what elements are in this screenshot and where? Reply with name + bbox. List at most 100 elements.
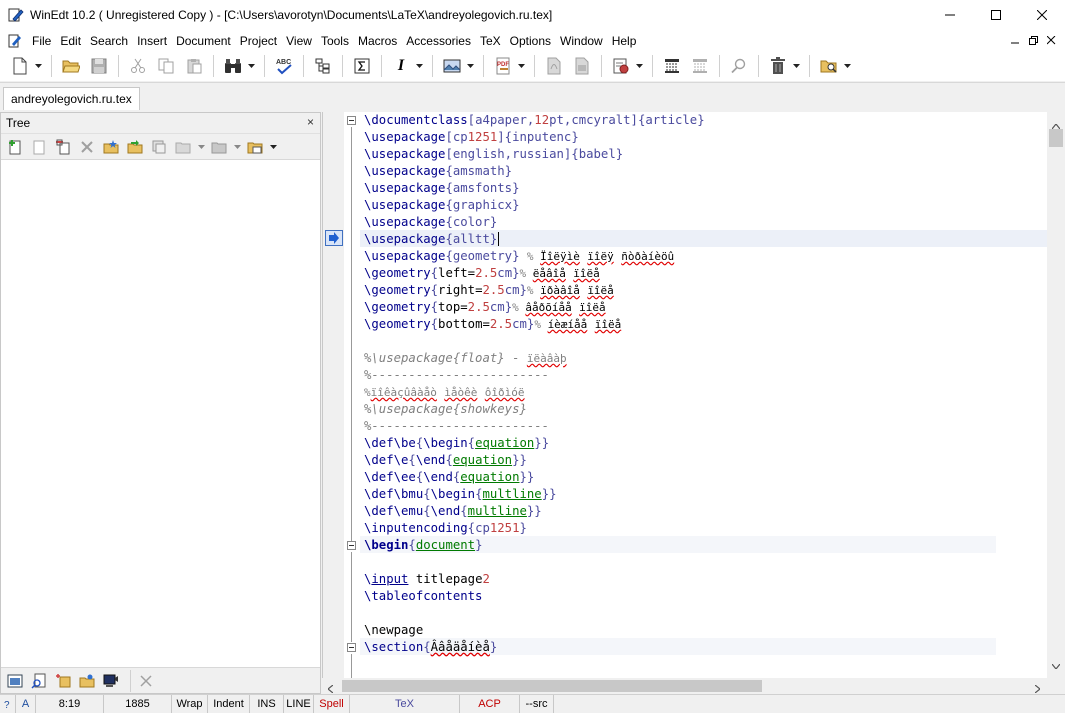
tree-close-button[interactable]: × bbox=[307, 115, 314, 129]
vertical-scroll-thumb[interactable] bbox=[1049, 129, 1063, 147]
image-button[interactable] bbox=[440, 54, 464, 78]
menu-edit[interactable]: Edit bbox=[60, 34, 87, 48]
tree-console-button[interactable] bbox=[101, 671, 121, 691]
tab-andreyolegovich-ru-tex[interactable]: andreyolegovich.ru.tex bbox=[3, 87, 140, 110]
cut-button[interactable] bbox=[126, 54, 150, 78]
spell-check-button[interactable]: ABC bbox=[272, 54, 296, 78]
maximize-button[interactable] bbox=[973, 0, 1019, 30]
texify-2-button[interactable] bbox=[688, 54, 712, 78]
status-spell[interactable]: Spell bbox=[314, 694, 350, 713]
fold-toggle-preamble[interactable] bbox=[347, 116, 356, 125]
new-document-dropdown[interactable] bbox=[34, 54, 42, 78]
preview-button[interactable] bbox=[817, 54, 841, 78]
status-line[interactable]: LINE bbox=[284, 694, 314, 713]
menu-document[interactable]: Document bbox=[176, 34, 237, 48]
delete-dropdown[interactable] bbox=[792, 54, 800, 78]
refresh-folder-icon bbox=[127, 139, 143, 153]
status-bar: ? A 8:19 1885 Wrap Indent INS LINE Spell… bbox=[0, 694, 1065, 713]
tree-remove-button[interactable] bbox=[77, 137, 97, 157]
tree-new-button[interactable] bbox=[29, 137, 49, 157]
tree-body[interactable] bbox=[1, 161, 320, 667]
tree-structure-button[interactable] bbox=[311, 54, 335, 78]
find-button[interactable] bbox=[221, 54, 245, 78]
tree-view-button[interactable] bbox=[5, 671, 25, 691]
vertical-scrollbar[interactable] bbox=[1047, 112, 1065, 678]
save-button[interactable] bbox=[87, 54, 111, 78]
status-src[interactable]: --src bbox=[520, 694, 554, 713]
tree-project-button[interactable] bbox=[173, 137, 193, 157]
close-button[interactable] bbox=[1019, 0, 1065, 30]
menu-file[interactable]: File bbox=[32, 34, 57, 48]
menu-search[interactable]: Search bbox=[90, 34, 134, 48]
mdi-restore-button[interactable] bbox=[1025, 32, 1041, 48]
status-wrap[interactable]: Wrap bbox=[172, 694, 208, 713]
horizontal-scrollbar[interactable] bbox=[322, 678, 1065, 694]
compile-settings-button[interactable] bbox=[609, 54, 633, 78]
tree-refresh-button[interactable] bbox=[125, 137, 145, 157]
copy-icon bbox=[158, 58, 174, 74]
preview-dropdown[interactable] bbox=[843, 54, 851, 78]
pdf-button[interactable]: PDF bbox=[491, 54, 515, 78]
italic-dropdown[interactable] bbox=[415, 54, 423, 78]
tree-gather-button[interactable] bbox=[53, 671, 73, 691]
code-editor[interactable]: \documentclass[a4paper,12pt,cmcyralt]{ar… bbox=[360, 112, 1047, 678]
winedt-app-icon[interactable] bbox=[8, 7, 24, 23]
menu-options[interactable]: Options bbox=[510, 34, 557, 48]
pdf-dropdown[interactable] bbox=[517, 54, 525, 78]
paste-button[interactable] bbox=[182, 54, 206, 78]
tree-options-dropdown[interactable] bbox=[269, 135, 277, 159]
editor-gutter[interactable] bbox=[322, 112, 344, 678]
italic-button[interactable]: I bbox=[389, 54, 413, 78]
menu-project[interactable]: Project bbox=[240, 34, 283, 48]
status-position[interactable]: 8:19 bbox=[36, 694, 104, 713]
open-button[interactable] bbox=[59, 54, 83, 78]
tree-bottom-close-button[interactable] bbox=[136, 671, 156, 691]
minimize-button[interactable] bbox=[927, 0, 973, 30]
tree-explore-button[interactable] bbox=[77, 671, 97, 691]
mdi-close-button[interactable] bbox=[1043, 32, 1059, 48]
menu-tex[interactable]: TeX bbox=[480, 34, 507, 48]
status-mode[interactable]: A bbox=[16, 694, 36, 713]
menu-macros[interactable]: Macros bbox=[358, 34, 403, 48]
status-acp[interactable]: ACP bbox=[460, 694, 520, 713]
tree-open-folder-button[interactable] bbox=[101, 137, 121, 157]
horizontal-scroll-thumb[interactable] bbox=[342, 680, 762, 692]
status-ins[interactable]: INS bbox=[250, 694, 284, 713]
search-button[interactable] bbox=[727, 54, 751, 78]
copy-button[interactable] bbox=[154, 54, 178, 78]
menu-window[interactable]: Window bbox=[560, 34, 609, 48]
tree-options-button[interactable] bbox=[245, 137, 265, 157]
menu-insert[interactable]: Insert bbox=[137, 34, 173, 48]
delete-button[interactable] bbox=[766, 54, 790, 78]
status-indent[interactable]: Indent bbox=[208, 694, 250, 713]
fold-toggle-section[interactable] bbox=[347, 643, 356, 652]
texify-button[interactable] bbox=[660, 54, 684, 78]
code-line: \usepackage{amsfonts} bbox=[364, 181, 520, 195]
tree-attach-button[interactable] bbox=[53, 137, 73, 157]
pdf-document-2-button[interactable] bbox=[570, 54, 594, 78]
menu-view[interactable]: View bbox=[286, 34, 318, 48]
tree-project-dropdown[interactable] bbox=[197, 135, 205, 159]
tree-search-button[interactable] bbox=[29, 671, 49, 691]
tree-copy-button[interactable] bbox=[149, 137, 169, 157]
new-document-button[interactable] bbox=[8, 54, 32, 78]
menu-help[interactable]: Help bbox=[612, 34, 643, 48]
compile-settings-dropdown[interactable] bbox=[635, 54, 643, 78]
find-dropdown[interactable] bbox=[247, 54, 255, 78]
document-menu-icon[interactable] bbox=[8, 34, 22, 48]
sigma-button[interactable] bbox=[350, 54, 374, 78]
status-bookmark[interactable]: ? bbox=[0, 694, 16, 713]
menu-tools[interactable]: Tools bbox=[321, 34, 355, 48]
status-tex[interactable]: TeX bbox=[350, 694, 460, 713]
image-dropdown[interactable] bbox=[466, 54, 474, 78]
tree-add-button[interactable] bbox=[5, 137, 25, 157]
menu-bar: File Edit Search Insert Document Project… bbox=[0, 30, 1065, 51]
tree-folder-dropdown[interactable] bbox=[233, 135, 241, 159]
menu-accessories[interactable]: Accessories bbox=[406, 34, 477, 48]
scroll-down-arrow-icon[interactable] bbox=[1051, 658, 1061, 672]
mdi-minimize-button[interactable] bbox=[1007, 32, 1023, 48]
pdf-document-button[interactable] bbox=[542, 54, 566, 78]
tree-folder-button[interactable] bbox=[209, 137, 229, 157]
fold-toggle-document[interactable] bbox=[347, 541, 356, 550]
close-icon bbox=[1046, 35, 1055, 44]
